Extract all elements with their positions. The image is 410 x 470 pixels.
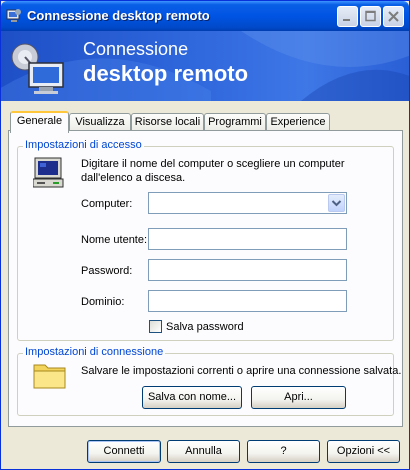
tab-visualizza[interactable]: Visualizza <box>69 113 131 131</box>
chevron-down-icon <box>331 200 342 207</box>
maximize-icon <box>365 10 376 22</box>
help-button[interactable]: ? <box>247 440 320 463</box>
save-password-label[interactable]: Salva password <box>166 321 244 333</box>
window-title: Connessione desktop remoto <box>27 8 210 23</box>
tab-panel-generale: Impostazioni di accesso Digitare il nome… <box>8 130 403 427</box>
remote-desktop-logo-icon <box>11 43 64 94</box>
save-as-button[interactable]: Salva con nome... <box>142 386 242 409</box>
computer-icon <box>32 157 67 192</box>
access-instructions: Digitare il nome del computer o sceglier… <box>81 158 345 184</box>
save-password-checkbox[interactable] <box>149 320 162 333</box>
banner-title-line1: Connessione <box>83 39 189 59</box>
banner-title-line2: desktop remoto <box>83 61 249 86</box>
minimize-icon <box>343 19 350 21</box>
cancel-button[interactable]: Annulla <box>167 440 240 463</box>
computer-label: Computer: <box>81 198 133 210</box>
options-button[interactable]: Opzioni << <box>327 440 400 463</box>
connection-description: Salvare le impostazioni correnti o aprir… <box>81 365 402 377</box>
header-banner: Connessione desktop remoto <box>1 31 409 101</box>
connect-button[interactable]: Connetti <box>87 440 161 463</box>
domain-input[interactable] <box>148 290 347 312</box>
title-bar[interactable]: Connessione desktop remoto <box>1 1 409 31</box>
computer-combobox[interactable] <box>148 192 347 214</box>
domain-label: Dominio: <box>81 296 125 308</box>
close-icon <box>388 11 399 22</box>
username-label: Nome utente: <box>81 234 148 246</box>
open-button[interactable]: Apri... <box>251 386 346 409</box>
tab-generale[interactable]: Generale <box>10 111 69 133</box>
folder-icon <box>33 361 67 392</box>
password-label: Password: <box>81 265 133 277</box>
password-input[interactable] <box>148 259 347 281</box>
connection-settings-title: Impostazioni di connessione <box>23 346 166 358</box>
access-settings-title: Impostazioni di accesso <box>23 139 144 151</box>
minimize-button[interactable] <box>337 6 358 27</box>
tab-experience[interactable]: Experience <box>266 113 330 131</box>
remote-desktop-icon <box>6 8 22 24</box>
close-button[interactable] <box>383 6 404 27</box>
computer-dropdown-button[interactable] <box>328 194 345 212</box>
tab-programmi[interactable]: Programmi <box>204 113 266 131</box>
tab-risorse-locali[interactable]: Risorse locali <box>131 113 204 131</box>
username-input[interactable] <box>148 228 347 250</box>
maximize-button[interactable] <box>360 6 381 27</box>
remote-desktop-window: Connessione desktop remoto Connessione d… <box>0 0 410 470</box>
